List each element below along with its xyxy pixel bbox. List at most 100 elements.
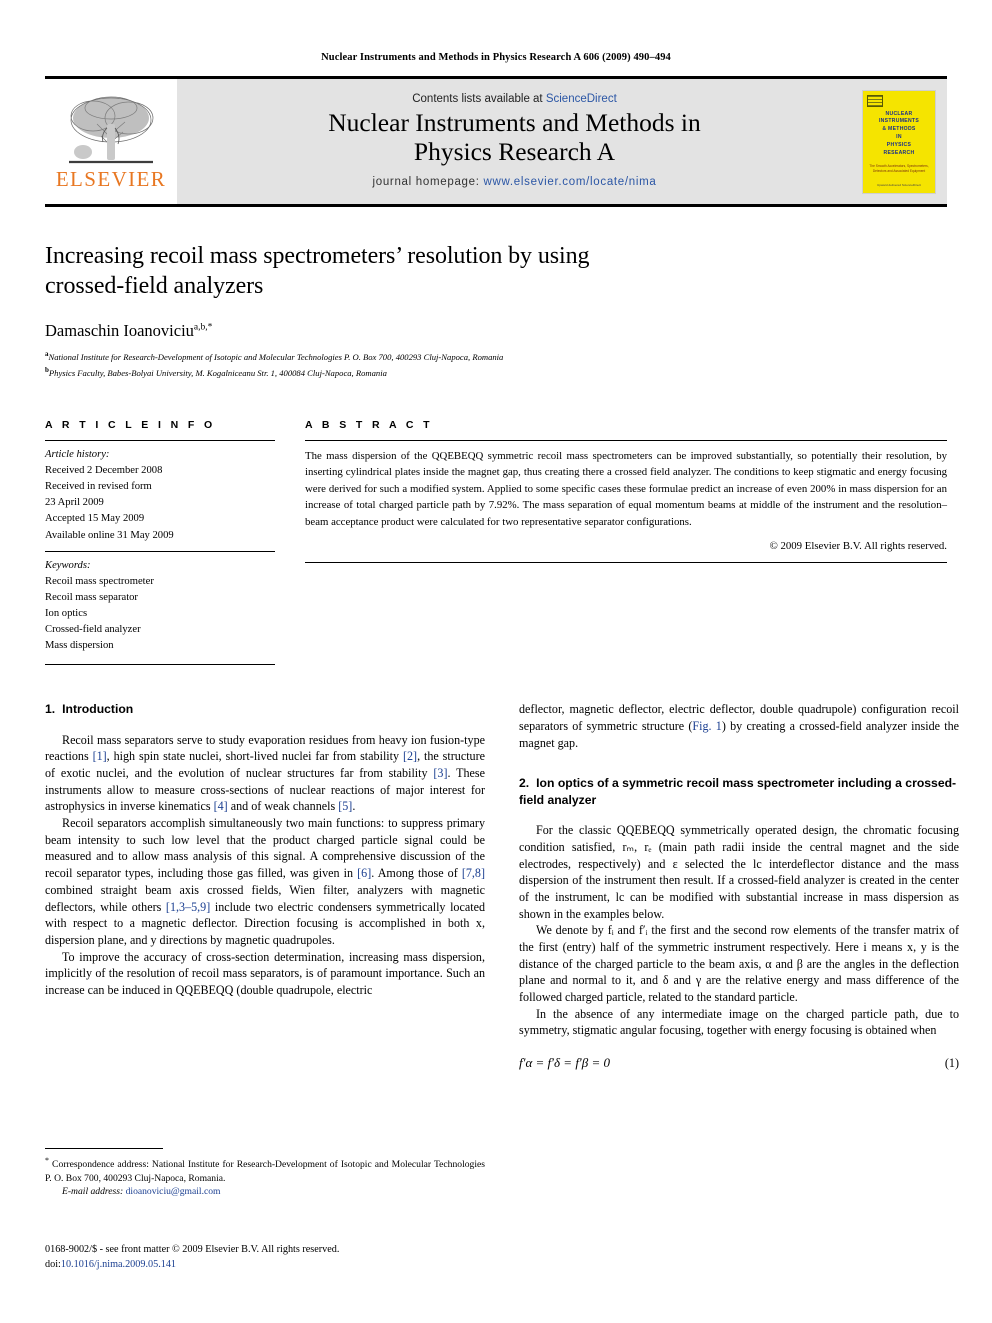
masthead-right: NUCLEAR INSTRUMENTS & METHODS IN PHYSICS… — [851, 79, 947, 204]
sciencedirect-link[interactable]: ScienceDirect — [546, 93, 617, 105]
citation-link[interactable]: [6] — [357, 866, 371, 880]
author-name: Damaschin Ioanoviciu — [45, 321, 194, 341]
equation-expression: f′α = f′δ = f′β = 0 — [519, 1055, 611, 1071]
title-block: Increasing recoil mass spectrometers’ re… — [45, 241, 947, 381]
homepage-url-link[interactable]: www.elsevier.com/locate/nima — [484, 176, 657, 188]
journal-title: Nuclear Instruments and Methods in Physi… — [328, 108, 701, 167]
keywords-block: Keywords: Recoil mass spectrometer Recoi… — [45, 552, 275, 655]
history-line: 23 April 2009 — [45, 497, 104, 509]
issn-doi-block: 0168-9002/$ - see front matter © 2009 El… — [45, 1243, 515, 1273]
journal-masthead: ELSEVIER Contents lists available at Sci… — [45, 76, 947, 204]
text-run: , high spin state nuclei, short-lived nu… — [106, 749, 403, 764]
journal-homepage-line: journal homepage: www.elsevier.com/locat… — [372, 176, 656, 188]
footnote-text: Correspondence address: National Institu… — [45, 1159, 485, 1184]
paragraph-ionoptics-3: In the absence of any intermediate image… — [519, 1006, 959, 1038]
cover-footer: Upward delivered ScienceDirect — [876, 182, 922, 187]
abstract-column: A B S T R A C T The mass dispersion of t… — [305, 419, 947, 665]
page-title: Increasing recoil mass spectrometers’ re… — [45, 241, 705, 301]
doi-line: doi:10.1016/j.nima.2009.05.141 — [45, 1258, 515, 1273]
article-info-heading: A R T I C L E I N F O — [45, 419, 216, 432]
paper-title-line2: crossed-field analyzers — [45, 273, 264, 300]
affiliation-list: aNational Institute for Research-Develop… — [45, 349, 947, 381]
text-run: and of weak channels — [227, 799, 339, 814]
contents-prefix: Contents lists available at — [412, 93, 546, 106]
footnote-area: * Correspondence address: National Insti… — [45, 1148, 485, 1197]
section-title: Ion optics of a symmetric recoil mass sp… — [519, 776, 957, 807]
paragraph-ionoptics-2: We denote by fᵢ and f′ᵢ the first and th… — [519, 923, 959, 1005]
article-history-label: Article history: — [45, 449, 110, 461]
masthead-bottom-rule — [45, 204, 947, 207]
abstract-bottom-rule — [305, 562, 947, 564]
journal-title-line2: Physics Research A — [413, 137, 616, 166]
keywords-label: Keywords: — [45, 559, 91, 571]
history-line: Accepted 15 May 2009 — [45, 513, 145, 525]
citation-link[interactable]: [5] — [338, 799, 352, 813]
paragraph-ionoptics-1: For the classic QQEBEQQ symmetrically op… — [519, 823, 959, 921]
history-line: Received 2 December 2008 — [45, 465, 163, 477]
citation-link[interactable]: [7,8] — [462, 866, 485, 880]
history-line: Available online 31 May 2009 — [45, 529, 174, 541]
keyword-item: Ion optics — [45, 607, 88, 619]
abstract-heading: A B S T R A C T — [305, 419, 433, 432]
body-columns: 1. Introduction Recoil mass separators se… — [45, 701, 959, 1071]
cover-title-line: NUCLEAR — [885, 110, 913, 117]
footnote-rule — [45, 1148, 163, 1149]
body-column-right: deflector, magnetic deflector, electric … — [519, 701, 959, 1071]
affiliation-text: Physics Faculty, Babes-Bolyai University… — [48, 368, 387, 379]
email-footnote: E-mail address: dioanoviciu@gmail.com — [45, 1186, 485, 1197]
cover-subtitle: The Smooth Accelerators, Spectrometers, … — [869, 163, 929, 173]
citation-link[interactable]: [3] — [433, 766, 447, 780]
elsevier-tree-icon — [61, 94, 161, 168]
section-number: 1. — [45, 702, 56, 717]
paragraph-intro-3: To improve the accuracy of cross-section… — [45, 949, 485, 997]
abstract-text: The mass dispersion of the QQEBEQQ symme… — [305, 450, 947, 528]
section-title: Introduction — [62, 702, 134, 717]
section-heading-introduction: 1. Introduction — [45, 701, 485, 717]
citation-link[interactable]: [2] — [403, 749, 417, 763]
text-run: . Among those of — [371, 866, 462, 881]
section-heading-ion-optics: 2. Ion optics of a symmetric recoil mass … — [519, 775, 959, 808]
email-link[interactable]: dioanoviciu@gmail.com — [126, 1186, 221, 1197]
author-affil-markers: a,b,* — [193, 322, 213, 333]
contents-available-line: Contents lists available at ScienceDirec… — [412, 93, 617, 105]
text-run: . — [352, 799, 356, 814]
keyword-item: Recoil mass spectrometer — [45, 575, 154, 587]
paragraph-intro-2: Recoil separators accomplish simultaneou… — [45, 815, 485, 949]
citation-link[interactable]: [1] — [93, 749, 107, 763]
article-info-bottom-rule — [45, 664, 275, 666]
affiliation-b: bPhysics Faculty, Babes-Bolyai Universit… — [45, 365, 947, 381]
paragraph-intro-1: Recoil mass separators serve to study ev… — [45, 732, 485, 815]
citation-link[interactable]: [1,3–5,9] — [166, 900, 210, 914]
journal-title-line1: Nuclear Instruments and Methods in — [328, 108, 701, 138]
equation-1: f′α = f′δ = f′β = 0 (1) — [519, 1055, 959, 1071]
paper-title-line1: Increasing recoil mass spectrometers’ re… — [45, 243, 590, 269]
correspondence-footnote: * Correspondence address: National Insti… — [45, 1155, 485, 1185]
cover-title-line: & METHODS — [882, 126, 916, 133]
cover-title-line: INSTRUMENTS — [878, 118, 920, 125]
affiliation-text: National Institute for Research-Developm… — [48, 352, 504, 363]
keyword-item: Recoil mass separator — [45, 591, 138, 603]
issn-line: 0168-9002/$ - see front matter © 2009 El… — [45, 1244, 340, 1255]
info-abstract-panel: A R T I C L E I N F O Article history: R… — [45, 419, 947, 666]
citation-link[interactable]: [4] — [214, 799, 228, 813]
doi-label: doi: — [45, 1258, 61, 1270]
article-history-block: Article history: Received 2 December 200… — [45, 441, 275, 544]
email-label: E-mail address: — [62, 1186, 126, 1198]
cover-publisher-icon — [867, 94, 883, 107]
cover-title-line: IN — [896, 134, 902, 141]
figure-link[interactable]: Fig. 1 — [692, 719, 721, 733]
doi-link[interactable]: 10.1016/j.nima.2009.05.141 — [61, 1259, 176, 1270]
publisher-logo: ELSEVIER — [45, 79, 178, 204]
cover-title-text: NUCLEAR INSTRUMENTS & METHODS IN PHYSICS… — [867, 111, 931, 158]
masthead-center: Contents lists available at ScienceDirec… — [178, 79, 851, 204]
affiliation-a: aNational Institute for Research-Develop… — [45, 349, 947, 365]
paragraph-intro-3-continued: deflector, magnetic deflector, electric … — [519, 701, 959, 751]
abstract-copyright: © 2009 Elsevier B.V. All rights reserved… — [769, 540, 947, 553]
journal-cover-thumbnail: NUCLEAR INSTRUMENTS & METHODS IN PHYSICS… — [862, 89, 936, 194]
homepage-label: journal homepage: — [372, 175, 484, 188]
author-list: Damaschin Ioanoviciua,b,* — [45, 321, 947, 341]
running-head: Nuclear Instruments and Methods in Physi… — [321, 52, 671, 63]
footnote-marker: * — [45, 1156, 49, 1165]
article-info-column: A R T I C L E I N F O Article history: R… — [45, 419, 275, 666]
